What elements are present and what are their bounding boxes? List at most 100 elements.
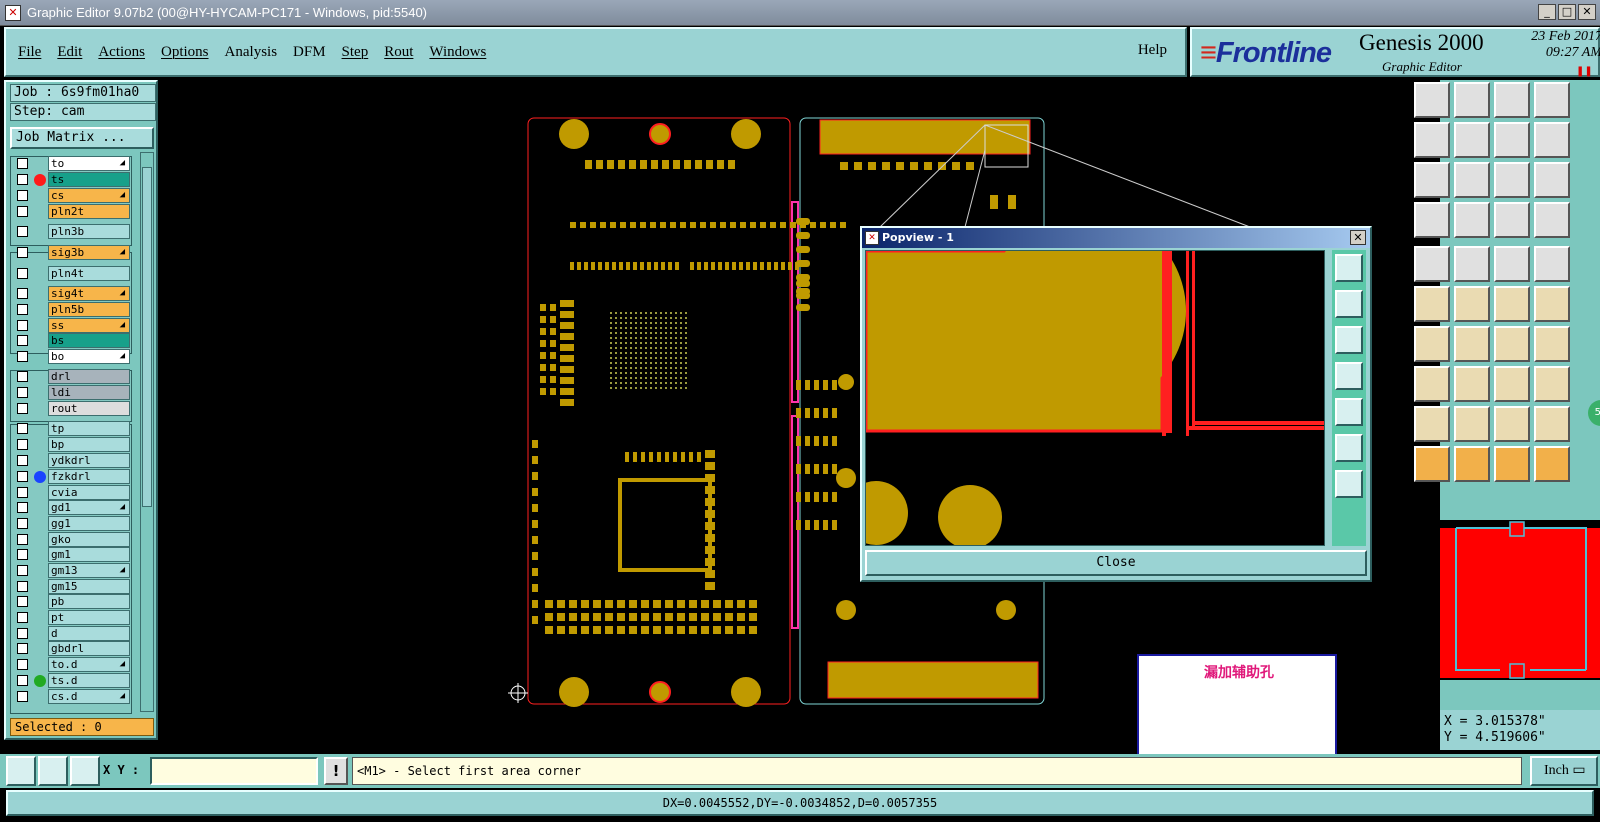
stretch-icon[interactable] [1534,286,1570,322]
layer-row[interactable]: pt [10,610,132,625]
query-icon[interactable] [1534,162,1570,198]
units-select[interactable]: Inch ▭ [1530,756,1598,786]
layer-row[interactable]: to ◢ [10,156,132,171]
delete-icon[interactable] [1454,286,1490,322]
layer-checkbox[interactable] [17,423,28,434]
layer-name[interactable]: cvia [48,485,130,500]
layer-name[interactable]: pb [48,594,130,609]
layer-name[interactable]: gd1 ◢ [48,500,130,515]
layer-row[interactable]: pln4t [10,266,132,281]
rotate-icon[interactable] [1494,326,1530,362]
via-icon[interactable] [1534,246,1570,282]
layer-checkbox[interactable] [17,387,28,398]
layer-checkbox[interactable] [17,268,28,279]
left-icon[interactable] [1414,122,1450,158]
layer-name[interactable]: pln3b [48,224,130,239]
group-icon[interactable] [1534,366,1570,402]
popview-zoom-in-icon[interactable] [1335,434,1363,462]
layer-checkbox[interactable] [17,439,28,450]
layer-row[interactable]: gko [10,532,132,547]
layer-name[interactable]: sig3b ◢ [48,245,130,260]
right-icon[interactable] [1454,122,1490,158]
home-icon[interactable] [1494,82,1530,118]
layer-name[interactable]: gm13 ◢ [48,563,130,578]
menu-actions[interactable]: Actions [98,44,145,61]
popview-up-icon[interactable] [1335,290,1363,318]
popview-down-icon[interactable] [1335,326,1363,354]
layer-name[interactable]: fzkdrl [48,469,130,484]
segment-icon[interactable] [1454,366,1490,402]
copy-icon[interactable] [1494,286,1530,322]
layer-checkbox[interactable] [17,675,28,686]
layer-name[interactable]: pln2t [48,204,130,219]
menu-help[interactable]: Help [1138,42,1167,59]
route-icon[interactable] [1494,202,1530,238]
layer-checkbox[interactable] [17,320,28,331]
arc-icon[interactable] [1454,326,1490,362]
layer-checkbox[interactable] [17,534,28,545]
layer-checkbox[interactable] [17,351,28,362]
layer-checkbox[interactable] [17,549,28,560]
angle-icon[interactable] [38,756,68,786]
layer-name[interactable]: to ◢ [48,156,130,171]
layer-name[interactable]: gko [48,532,130,547]
layer-name[interactable]: cs.d ◢ [48,689,130,704]
menu-rout[interactable]: Rout [384,44,413,61]
layer-row[interactable]: ss ◢ [10,318,132,333]
layer-row[interactable]: tp [10,421,132,436]
layer-checkbox[interactable] [17,335,28,346]
move-icon[interactable] [1454,246,1490,282]
layer-row[interactable]: cs.d ◢ [10,689,132,704]
layer-checkbox[interactable] [17,518,28,529]
mini-map[interactable] [1440,520,1600,680]
close-window-button[interactable]: ✕ [1578,4,1596,20]
menu-windows[interactable]: Windows [429,44,486,61]
pad-icon[interactable] [1414,246,1450,282]
layer-checkbox[interactable] [17,487,28,498]
layer-checkbox[interactable] [17,643,28,654]
layer-row[interactable]: gd1 ◢ [10,500,132,515]
layer-name[interactable]: ts.d [48,673,130,688]
popview-left-icon[interactable] [1335,362,1363,390]
layer-row[interactable]: sig3b ◢ [10,245,132,260]
layer-name[interactable]: drl [48,369,130,384]
pause-icon[interactable]: ❚❚ [1576,66,1593,77]
layer-name[interactable]: ldi [48,385,130,400]
menu-step[interactable]: Step [342,44,369,61]
layer-name[interactable]: ss ◢ [48,318,130,333]
layer-checkbox[interactable] [17,206,28,217]
layer-row[interactable]: ydkdrl [10,453,132,468]
menu-edit[interactable]: Edit [57,44,82,61]
snap-point-icon[interactable] [1414,366,1450,402]
snap-icon[interactable] [6,756,36,786]
layer-checkbox[interactable] [17,502,28,513]
layer-row[interactable]: fzkdrl [10,469,132,484]
resize-icon[interactable] [1494,366,1530,402]
layer-checkbox[interactable] [17,371,28,382]
layer-row[interactable]: to.d ◢ [10,657,132,672]
menu-dfm[interactable]: DFM [293,44,326,61]
layer-name[interactable]: cs ◢ [48,188,130,203]
layer-row[interactable]: cvia [10,485,132,500]
layer-name[interactable]: sig4t ◢ [48,286,130,301]
layer-checkbox[interactable] [17,288,28,299]
net-icon[interactable] [1534,202,1570,238]
layer-row[interactable]: cs ◢ [10,188,132,203]
layer-row[interactable]: drl [10,369,132,384]
badge-icon[interactable] [1534,406,1570,442]
triangle-icon[interactable] [1414,406,1450,442]
popview-canvas[interactable] [865,250,1325,546]
pointer-icon[interactable] [1414,446,1450,482]
layer-row[interactable]: ts.d [10,673,132,688]
layer-name[interactable]: bs [48,333,130,348]
select-icon[interactable] [1454,446,1490,482]
layer-row[interactable]: bp [10,437,132,452]
layer-checkbox[interactable] [17,471,28,482]
layer-name[interactable]: tp [48,421,130,436]
select-box-icon[interactable] [1494,446,1530,482]
layer-row[interactable]: gm13 ◢ [10,563,132,578]
layer-row[interactable]: gg1 [10,516,132,531]
minimize-button[interactable]: _ [1538,4,1556,20]
layer-name[interactable]: d [48,626,130,641]
layer-row[interactable]: pln3b [10,224,132,239]
